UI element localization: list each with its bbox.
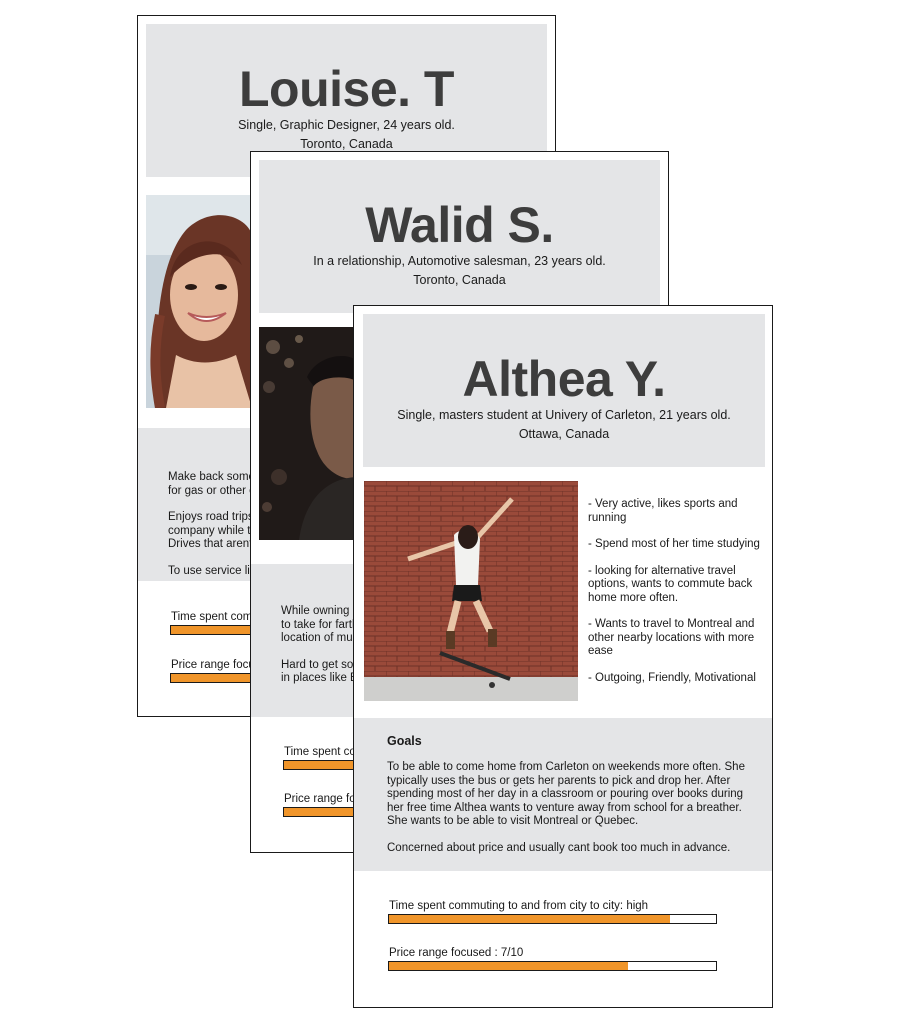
persona-text: Make back some for gas or other e Enjoys… [168, 471, 257, 577]
goals-paragraph: To be able to come home from Carleton on… [387, 761, 745, 827]
price-range-bar [388, 961, 717, 971]
persona-photo [364, 481, 578, 701]
persona-location: Ottawa, Canada [518, 427, 610, 441]
persona-name: Althea Y. [462, 351, 667, 407]
price-range-label: Price range fo [284, 793, 356, 805]
persona-header: Walid S. In a relationship, Automotive s… [259, 160, 660, 313]
persona-name: Louise. T [239, 61, 454, 117]
trait-item: - Very active, likes sports and running [588, 498, 738, 524]
commute-time-label: Time spent comm [171, 611, 262, 623]
persona-subtitle: In a relationship, Automotive salesman, … [313, 254, 606, 268]
persona-location: Toronto, Canada [413, 273, 506, 287]
persona-traits: - Very active, likes sports and running … [588, 498, 768, 698]
price-range-label: Price range focused : 7/10 [389, 947, 524, 959]
price-range-label: Price range focu [171, 659, 255, 671]
trait-item: - Wants to travel to Montreal and other … [588, 618, 755, 657]
persona-subtitle: Single, Graphic Designer, 24 years old. [238, 118, 455, 132]
goals-paragraph: Concerned about price and usually cant b… [387, 841, 731, 854]
goals-title: Goals [387, 734, 422, 748]
commute-time-label: Time spent co [284, 746, 356, 758]
trait-item: - Spend most of her time studying [588, 538, 760, 550]
persona-photo [146, 195, 252, 408]
persona-name: Walid S. [365, 197, 554, 253]
persona-subtitle: Single, masters student at Univery of Ca… [397, 408, 731, 422]
persona-card-althea: Althea Y. Single, masters student at Uni… [353, 305, 773, 1008]
commute-time-bar [388, 914, 717, 924]
trait-item: - looking for alternative travel options… [588, 564, 753, 604]
persona-text: While owning a to take for farth locatio… [281, 605, 359, 684]
persona-photo [259, 327, 359, 540]
persona-location: Toronto, Canada [300, 137, 393, 151]
commute-time-label: Time spent commuting to and from city to… [389, 900, 649, 912]
persona-header: Althea Y. Single, masters student at Uni… [363, 314, 765, 467]
trait-item: - Outgoing, Friendly, Motivational [588, 671, 756, 684]
goals-text: To be able to come home from Carleton on… [387, 761, 759, 855]
